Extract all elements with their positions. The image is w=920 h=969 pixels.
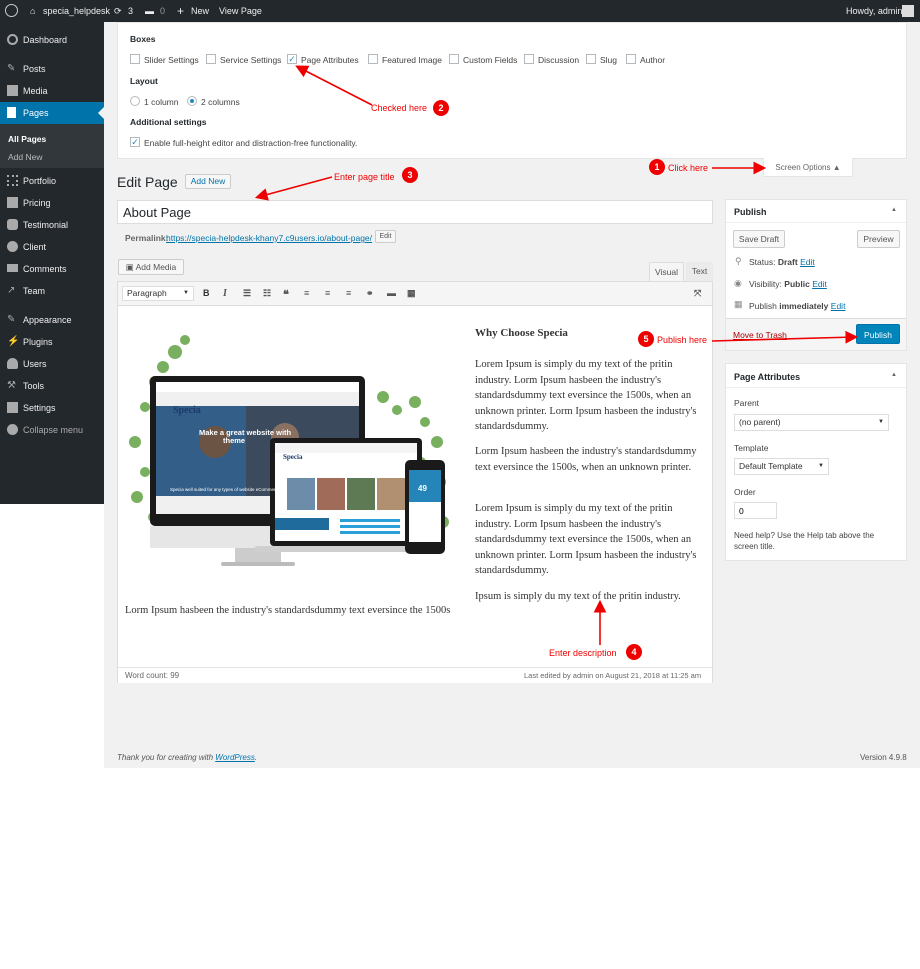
arrow-2	[295, 65, 373, 106]
annotation-badge-2: 2	[433, 100, 449, 116]
annotation-text-3: Enter page title	[334, 172, 395, 182]
annotation-text-2: Checked here	[371, 103, 428, 113]
arrow-3	[254, 176, 333, 201]
annotation-badge-1: 1	[649, 159, 665, 175]
annotation-text-4: Enter description	[549, 648, 617, 658]
annotation-text-1: Click here	[668, 163, 709, 173]
screenshot-root: ⌂ specia_helpdesk ⟳ 3 ▬ 0 + New View Pag…	[0, 0, 920, 969]
annotation-text-5: Publish here	[657, 335, 708, 345]
annotation-badge-5: 5	[638, 331, 654, 347]
annotation-badge-4: 4	[626, 644, 642, 660]
arrow-5	[711, 330, 859, 344]
annotation-arrows	[254, 65, 859, 645]
annotation-badge-3: 3	[402, 167, 418, 183]
